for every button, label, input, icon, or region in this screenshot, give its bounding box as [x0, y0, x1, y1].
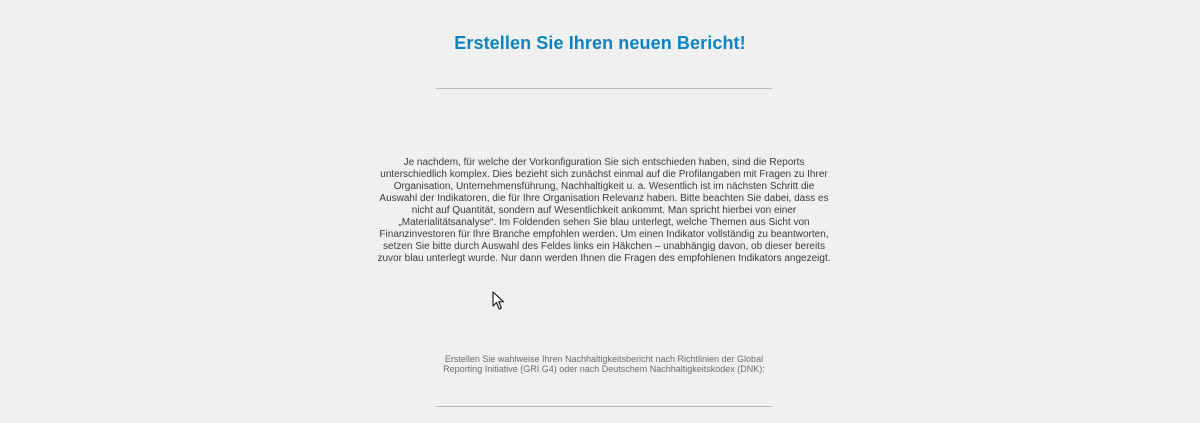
standards-divider: [436, 406, 772, 407]
intro-paragraph: Je nachdem, für welche der Vorkonfigurat…: [377, 157, 831, 264]
report-intro-page: Erstellen Sie Ihren neuen Bericht! Je na…: [0, 0, 1200, 423]
title-divider: [436, 88, 772, 89]
reporting-standard-instructions: Erstellen Sie wahlweise Ihren Nachhaltig…: [443, 354, 765, 374]
page-title: Erstellen Sie Ihren neuen Bericht!: [454, 33, 746, 53]
mouse-pointer-icon: [492, 291, 505, 310]
